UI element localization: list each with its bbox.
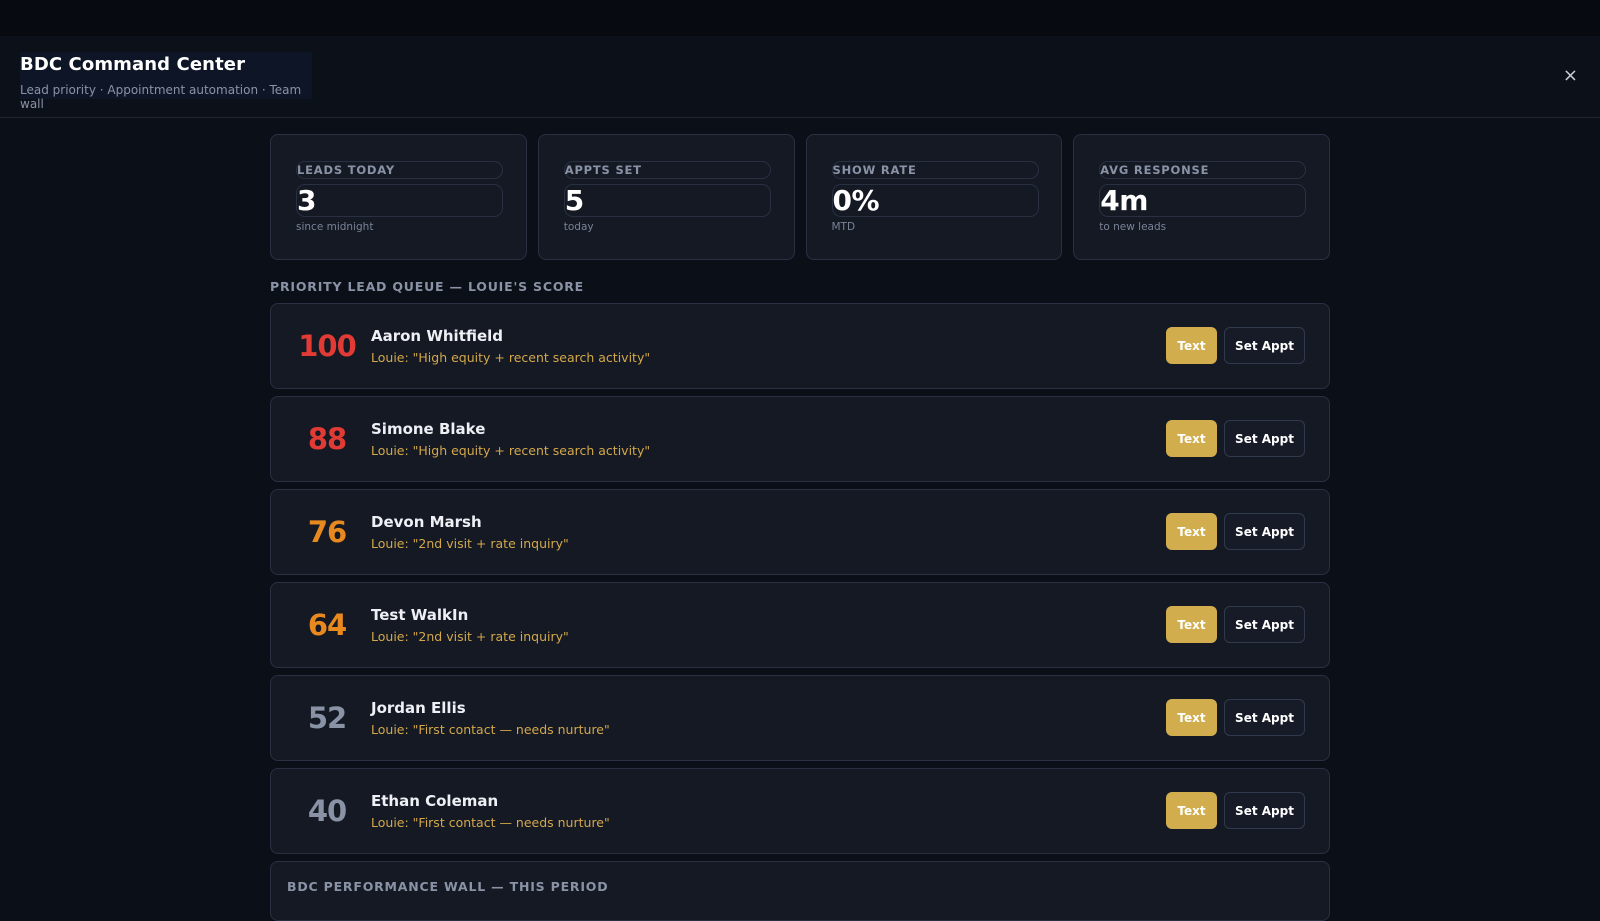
lead-name: Test WalkIn [371,606,469,624]
stat-sub: MTD [831,221,856,233]
stat-card-appts-set: APPTS SET 5 today [537,134,795,260]
text-button[interactable]: Text [1166,699,1217,736]
lead-note: Louie: "2nd visit + rate inquiry" [371,536,569,551]
lead-score: 88 [307,422,347,456]
title-block: BDC Command Center Lead priority · Appoi… [20,52,312,111]
lead-score: 64 [307,608,347,642]
lead-queue: 100 Aaron Whitfield Louie: "High equity … [270,303,1330,854]
lead-row[interactable]: 52 Jordan Ellis Louie: "First contact — … [270,675,1330,761]
lead-note: Louie: "High equity + recent search acti… [371,350,651,365]
text-button[interactable]: Text [1166,513,1217,550]
set-appt-button[interactable]: Set Appt [1224,327,1305,364]
set-appt-button[interactable]: Set Appt [1224,606,1305,643]
lead-note: Louie: "High equity + recent search acti… [371,443,651,458]
lead-name: Aaron Whitfield [371,327,504,345]
stat-value: 0% [831,184,1039,217]
top-strip [0,0,1600,36]
stat-label: SHOW RATE [831,161,1039,179]
stat-sub: to new leads [1099,221,1167,233]
stat-card-avg-response: AVG RESPONSE 4m to new leads [1073,134,1330,260]
lead-row[interactable]: 76 Devon Marsh Louie: "2nd visit + rate … [270,489,1330,575]
lead-score: 100 [298,329,357,363]
lead-score: 76 [307,515,347,549]
main-content: LEADS TODAY 3 since midnight APPTS SET 5… [270,134,1330,921]
stat-sub: today [563,221,594,233]
performance-wall-title: BDC PERFORMANCE WALL — THIS PERIOD [287,879,609,894]
stat-sub: since midnight [296,221,374,233]
header: BDC Command Center Lead priority · Appoi… [0,36,1600,118]
lead-name: Devon Marsh [371,513,482,531]
stat-value: 3 [296,184,503,217]
page-subtitle: Lead priority · Appointment automation ·… [20,83,302,111]
performance-wall: BDC PERFORMANCE WALL — THIS PERIOD [270,861,1330,921]
set-appt-button[interactable]: Set Appt [1224,699,1305,736]
lead-row[interactable]: 40 Ethan Coleman Louie: "First contact —… [270,768,1330,854]
stat-card-leads-today: LEADS TODAY 3 since midnight [270,134,527,260]
lead-name: Simone Blake [371,420,486,438]
lead-note: Louie: "2nd visit + rate inquiry" [371,629,569,644]
lead-row[interactable]: 88 Simone Blake Louie: "High equity + re… [270,396,1330,482]
lead-score: 52 [307,701,347,735]
text-button[interactable]: Text [1166,792,1217,829]
set-appt-button[interactable]: Set Appt [1224,792,1305,829]
stat-label: APPTS SET [563,161,771,179]
lead-name: Jordan Ellis [371,699,466,717]
lead-row[interactable]: 64 Test WalkIn Louie: "2nd visit + rate … [270,582,1330,668]
stats-row: LEADS TODAY 3 since midnight APPTS SET 5… [270,134,1330,260]
lead-name: Ethan Coleman [371,792,499,810]
lead-score: 40 [307,794,347,828]
text-button[interactable]: Text [1166,327,1217,364]
stat-label: AVG RESPONSE [1099,161,1307,179]
text-button[interactable]: Text [1166,606,1217,643]
stat-value: 4m [1099,184,1307,217]
close-icon[interactable]: × [1563,67,1578,85]
set-appt-button[interactable]: Set Appt [1224,420,1305,457]
queue-title: PRIORITY LEAD QUEUE — LOUIE'S SCORE [270,279,585,294]
stat-card-show-rate: SHOW RATE 0% MTD [805,134,1063,260]
lead-note: Louie: "First contact — needs nurture" [371,815,610,830]
lead-row[interactable]: 100 Aaron Whitfield Louie: "High equity … [270,303,1330,389]
set-appt-button[interactable]: Set Appt [1224,513,1305,550]
stat-label: LEADS TODAY [296,161,503,179]
text-button[interactable]: Text [1166,420,1217,457]
page-title: BDC Command Center [20,54,246,75]
lead-note: Louie: "First contact — needs nurture" [371,722,610,737]
stat-value: 5 [563,184,771,217]
